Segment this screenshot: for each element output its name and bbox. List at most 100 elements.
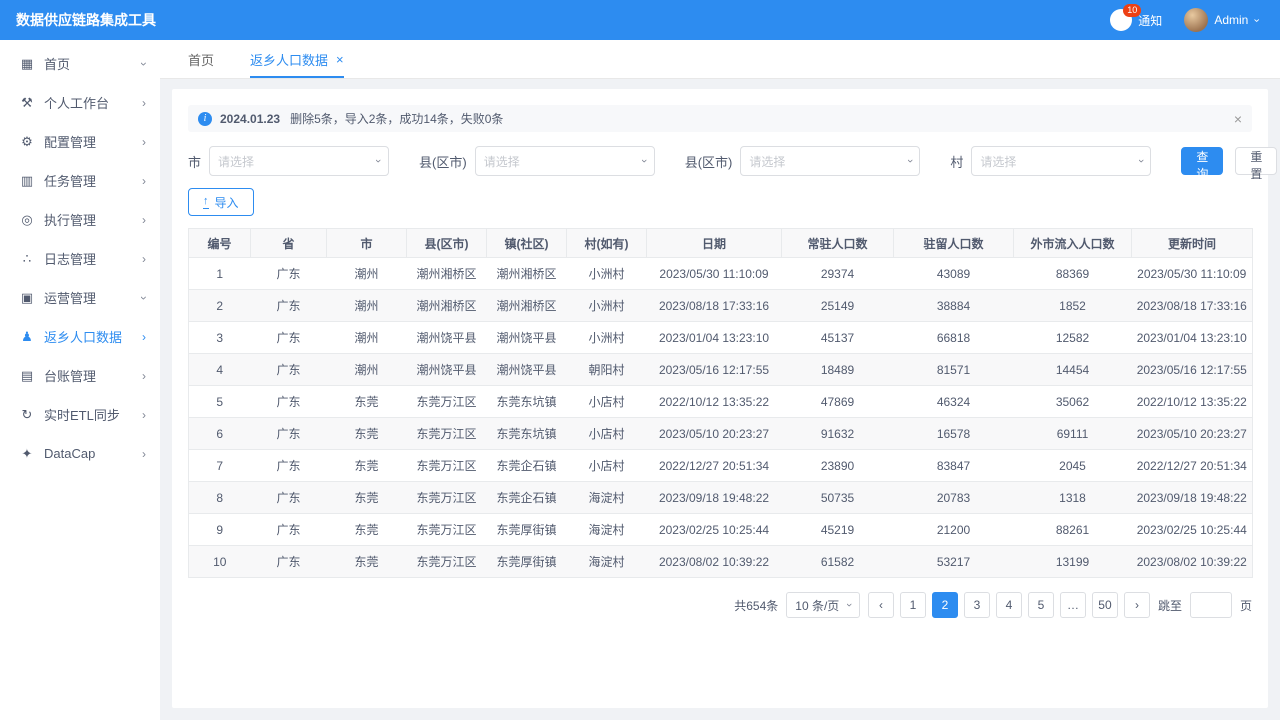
filter-group: 县(区市) 请选择 › [419, 146, 655, 176]
sidebar-item-home[interactable]: ▦ 首页 › [0, 44, 160, 83]
tab-population-data[interactable]: 返乡人口数据 × [250, 40, 344, 78]
chevron-right-icon: › [142, 212, 146, 227]
table-cell: 东莞万江区 [406, 513, 487, 546]
page-button-1[interactable]: 1 [899, 592, 926, 618]
table-cell: 潮州 [326, 257, 407, 290]
sidebar-item-workbench[interactable]: ⚒ 个人工作台 › [0, 83, 160, 122]
page-button-5[interactable]: 5 [1027, 592, 1054, 618]
bar-chart-icon: ▥ [20, 172, 34, 188]
prev-page-button[interactable]: ‹ [867, 592, 894, 618]
table-cell: 广东 [250, 257, 327, 290]
table-cell: 潮州 [326, 353, 407, 386]
table-header-cell: 村(如有) [566, 228, 647, 258]
filter-select-1[interactable]: 请选择 › [209, 146, 390, 176]
magnifier-icon: ◎ [21, 211, 33, 227]
table-cell: 8 [188, 481, 251, 514]
sidebar-item-label: 任务管理 [44, 174, 97, 189]
table-cell: 东莞厚街镇 [486, 513, 567, 546]
table-cell: 1 [188, 257, 251, 290]
close-icon[interactable]: × [336, 52, 344, 67]
table-header-cell: 驻留人口数 [893, 228, 1014, 258]
table-cell: 43089 [893, 257, 1014, 290]
table-cell: 18489 [781, 353, 894, 386]
next-page-button[interactable]: › [1123, 592, 1150, 618]
table-cell: 潮州湘桥区 [406, 257, 487, 290]
table-cell: 海淀村 [566, 545, 647, 578]
filter-select-3[interactable]: 请选择 › [740, 146, 921, 176]
select-placeholder: 请选择 [980, 154, 1017, 169]
table-cell: 10 [188, 545, 251, 578]
table-cell: 2023/05/10 20:23:27 [1131, 417, 1253, 450]
chevron-down-icon: › [843, 603, 856, 607]
table-cell: 9 [188, 513, 251, 546]
monitor-icon: ▣ [20, 289, 34, 305]
table-cell: 2023/09/18 19:48:22 [646, 481, 782, 514]
notification-button[interactable]: 10 通知 [1110, 4, 1163, 31]
jump-page-input[interactable] [1189, 592, 1232, 618]
sidebar-item-etl[interactable]: ↻ 实时ETL同步 › [0, 395, 160, 434]
tab-bar: 首页 返乡人口数据 × [160, 40, 1280, 79]
table-row: 9 广东 东莞 东莞万江区 东莞厚街镇 海淀村 2023/02/25 10:25:44 452… [188, 513, 1253, 546]
sidebar-item-logs[interactable]: ∴ 日志管理 › [0, 239, 160, 278]
filter-select-2[interactable]: 请选择 › [474, 146, 655, 176]
page-ellipsis[interactable]: … [1059, 592, 1086, 618]
page-button-3[interactable]: 3 [963, 592, 990, 618]
avatar [1184, 8, 1209, 32]
sidebar-item-label: 实时ETL同步 [44, 408, 120, 423]
tab-home[interactable]: 首页 [188, 40, 214, 78]
table-cell: 东莞万江区 [406, 449, 487, 482]
sidebar-item-config[interactable]: ⚙ 配置管理 › [0, 122, 160, 161]
table-cell: 东莞万江区 [406, 417, 487, 450]
table-cell: 2022/12/27 20:51:34 [1131, 449, 1253, 482]
sidebar-item-datacap[interactable]: ✦ DataCap › [0, 434, 160, 473]
sidebar-item-tasks[interactable]: ▥ 任务管理 › [0, 161, 160, 200]
table-cell: 2023/01/04 13:23:10 [646, 321, 782, 354]
table-cell: 50735 [781, 481, 894, 514]
table-cell: 广东 [250, 321, 327, 354]
table-cell: 东莞 [326, 385, 407, 418]
table-cell: 2022/10/12 13:35:22 [646, 385, 782, 418]
toolbar: ↑ 导入 [188, 188, 1252, 216]
page-button-2[interactable]: 2 [931, 592, 958, 618]
table-cell: 4 [188, 353, 251, 386]
sidebar-item-operations[interactable]: ▣ 运营管理 › [0, 278, 160, 317]
main: 首页 返乡人口数据 × i 2024.01.23 删除5条，导入2条，成功14条，失… [160, 0, 1280, 720]
page-button-50[interactable]: 50 [1091, 592, 1118, 618]
table-cell: 2023/08/02 10:39:22 [646, 545, 782, 578]
filter-select-4[interactable]: 请选择 › [971, 146, 1152, 176]
pagination-total: 共654条 [734, 598, 779, 613]
tab-label: 首页 [188, 52, 215, 68]
table-cell: 25149 [781, 289, 894, 322]
select-placeholder: 请选择 [749, 154, 786, 169]
chevron-down-icon: › [137, 61, 151, 66]
sidebar-item-label: 日志管理 [44, 252, 97, 267]
filter-label: 县(区市) [419, 154, 467, 170]
page-size-select[interactable]: 10 条/页 › [786, 592, 860, 618]
close-icon[interactable]: × [1234, 111, 1242, 127]
user-menu[interactable]: Admin › [1184, 8, 1263, 32]
book-icon: ▤ [20, 367, 34, 383]
filter-group: 村 请选择 › [950, 146, 1152, 176]
sidebar-item-ledger[interactable]: ▤ 台账管理 › [0, 356, 160, 395]
table-row: 10 广东 东莞 东莞万江区 东莞厚街镇 海淀村 2023/08/02 10:39:22 61… [188, 545, 1253, 578]
search-button[interactable]: 查询 [1181, 147, 1224, 181]
import-button[interactable]: ↑ 导入 [188, 188, 254, 216]
sidebar-item-label: DataCap [44, 446, 96, 461]
select-placeholder: 请选择 [218, 154, 255, 169]
sidebar-item-execution[interactable]: ◎ 执行管理 › [0, 200, 160, 239]
table-cell: 2023/08/18 17:33:16 [646, 289, 782, 322]
table-cell: 47869 [781, 385, 894, 418]
reset-button[interactable]: 重置 [1235, 147, 1278, 181]
table-cell: 东莞万江区 [406, 385, 487, 418]
table-cell: 广东 [250, 449, 327, 482]
table-cell: 东莞万江区 [406, 545, 487, 578]
table-cell: 东莞东坑镇 [486, 385, 567, 418]
wrench-icon: ⚒ [21, 94, 33, 110]
sidebar-item-population[interactable]: ♟ 返乡人口数据 › [0, 317, 160, 356]
table-cell: 45219 [781, 513, 894, 546]
page-button-4[interactable]: 4 [995, 592, 1022, 618]
filter-label: 县(区市) [684, 154, 733, 170]
table-cell: 5 [188, 385, 251, 418]
notification-label: 通知 [1138, 13, 1163, 28]
table-cell: 66818 [893, 321, 1014, 354]
